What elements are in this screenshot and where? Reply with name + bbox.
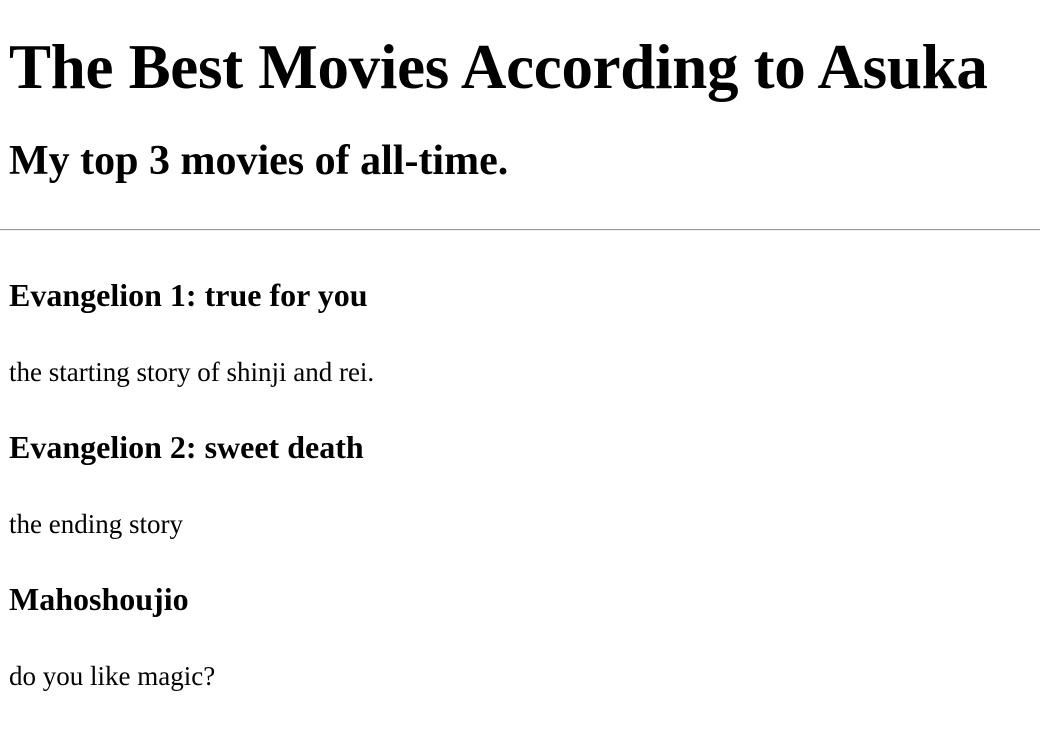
movie-title: Mahoshoujio bbox=[9, 581, 189, 617]
movie-title: Evangelion 1: true for you bbox=[9, 277, 368, 313]
movie-description: the ending story bbox=[9, 509, 183, 539]
page-content: The Best Movies According to Asuka My to… bbox=[0, 0, 1040, 692]
divider bbox=[0, 229, 1040, 231]
movie-item: Evangelion 2: sweet death the ending sto… bbox=[9, 428, 1040, 540]
page-title: The Best Movies According to Asuka bbox=[9, 32, 988, 102]
movie-description: the starting story of shinji and rei. bbox=[9, 357, 375, 387]
movie-description: do you like magic? bbox=[9, 661, 216, 691]
movie-list: Evangelion 1: true for you the starting … bbox=[9, 276, 1040, 692]
movie-item: Mahoshoujio do you like magic? bbox=[9, 580, 1040, 692]
page-subtitle: My top 3 movies of all-time. bbox=[9, 138, 509, 184]
movie-item: Evangelion 1: true for you the starting … bbox=[9, 276, 1040, 388]
movie-title: Evangelion 2: sweet death bbox=[9, 429, 364, 465]
